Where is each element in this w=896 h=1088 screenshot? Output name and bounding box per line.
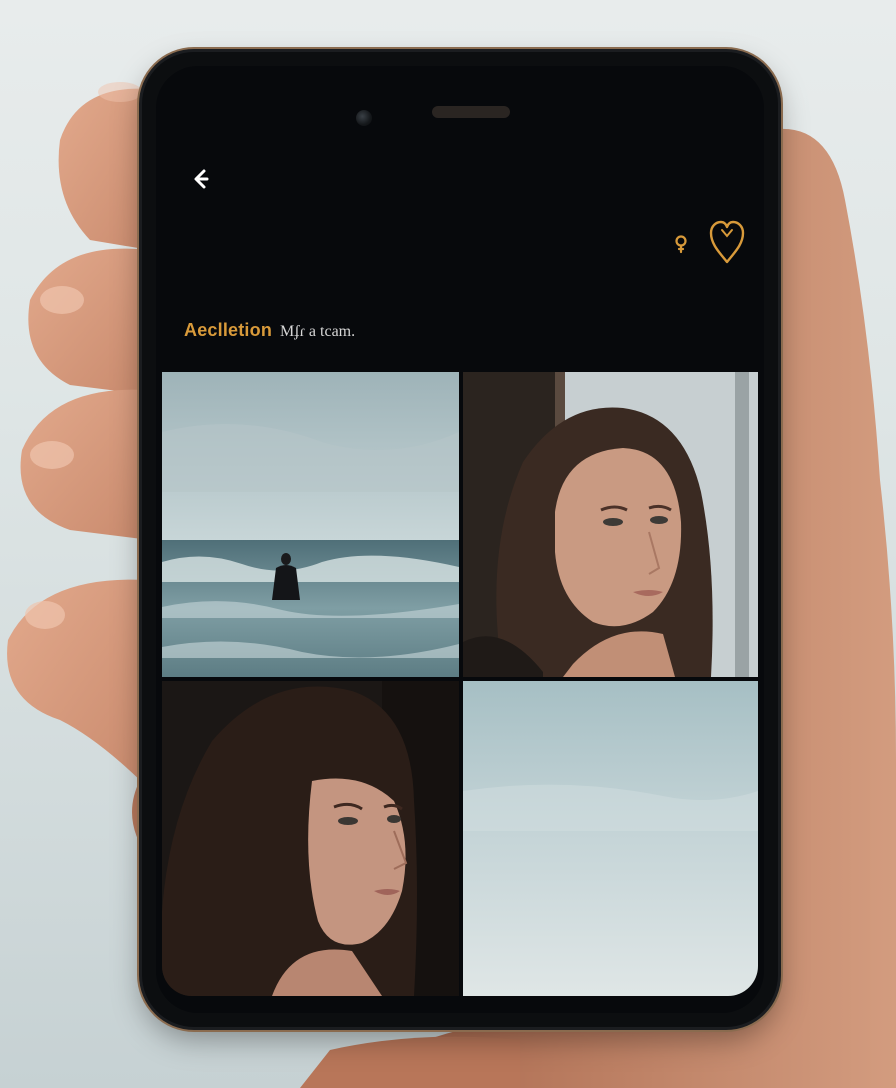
portrait-window-photo [463, 372, 758, 677]
photo-grid [162, 372, 758, 996]
back-button[interactable] [184, 162, 218, 196]
phone-device: Aeclletion Mʄɾ a tcam. [142, 52, 778, 1027]
gallery-tile-portrait-dark[interactable] [162, 681, 459, 996]
portrait-dark-photo [162, 681, 459, 996]
favorite-button[interactable] [704, 216, 750, 268]
front-camera [356, 110, 372, 126]
earpiece-speaker [432, 106, 510, 118]
location-pin-icon [675, 235, 687, 254]
location-button[interactable] [670, 232, 692, 256]
back-arrow-icon [194, 169, 209, 189]
gallery-tile-portrait-window[interactable] [463, 372, 758, 677]
phone-screen: Aeclletion Mʄɾ a tcam. [156, 66, 764, 1013]
collection-title: Aeclletion Mʄɾ a tcam. [184, 320, 355, 341]
title-accent: Aeclletion [184, 320, 273, 340]
sky-photo [463, 681, 758, 996]
title-subtitle: Mʄɾ a tcam. [280, 323, 356, 340]
photo-scene: Aeclletion Mʄɾ a tcam. [0, 0, 896, 1088]
gallery-tile-sky[interactable] [463, 681, 758, 996]
ocean-photo [162, 372, 459, 677]
heart-icon [709, 220, 745, 264]
gallery-tile-ocean[interactable] [162, 372, 459, 677]
